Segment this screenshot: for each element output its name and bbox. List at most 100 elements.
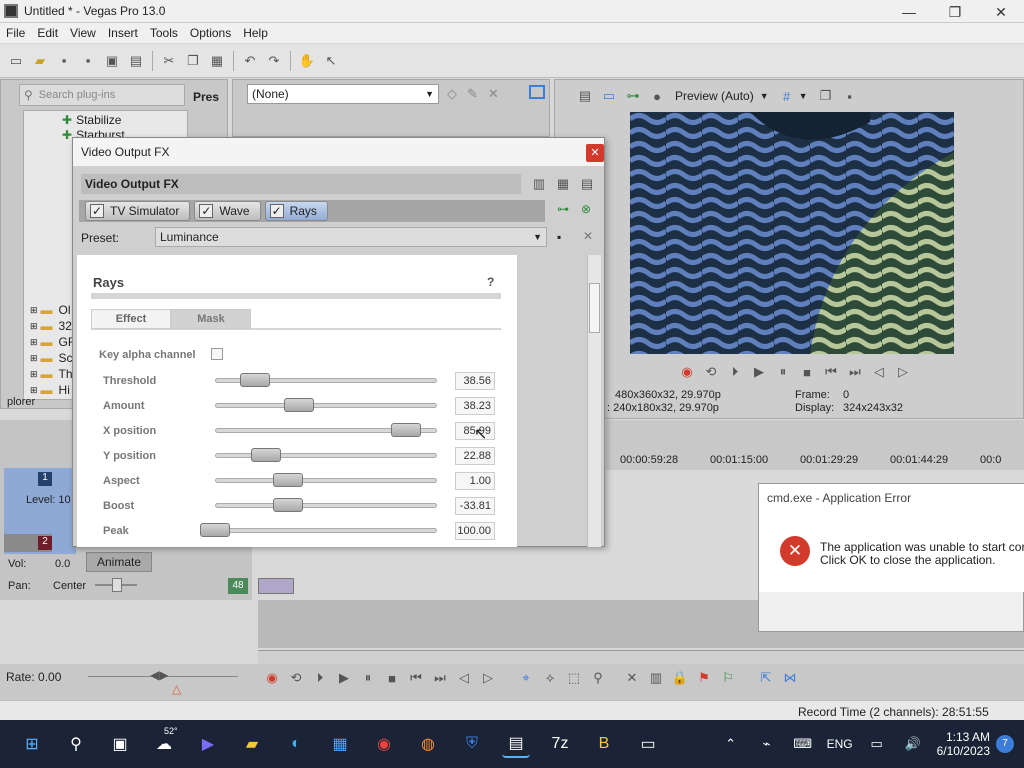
- pause-icon[interactable]: ⏸: [773, 362, 793, 382]
- minimize-button[interactable]: —: [886, 2, 932, 22]
- zoom-tool-icon[interactable]: ⚲: [588, 668, 608, 688]
- delete-preset-icon[interactable]: ✕: [583, 229, 593, 243]
- split-screen-icon[interactable]: ●: [647, 86, 667, 106]
- param-slider[interactable]: [215, 503, 437, 508]
- checkbox-checked-icon[interactable]: ✓: [199, 204, 214, 218]
- paste-icon[interactable]: ▦: [207, 51, 227, 71]
- param-slider[interactable]: [215, 403, 437, 408]
- menu-file[interactable]: File: [0, 23, 31, 43]
- param-value-field[interactable]: 38.23: [455, 397, 495, 415]
- menu-help[interactable]: Help: [237, 23, 274, 43]
- play-icon[interactable]: ▶: [749, 362, 769, 382]
- pause-icon[interactable]: ⏸: [358, 668, 378, 688]
- menu-view[interactable]: View: [64, 23, 102, 43]
- copy-icon[interactable]: ❐: [183, 51, 203, 71]
- menu-edit[interactable]: Edit: [31, 23, 64, 43]
- weather-icon[interactable]: ☁ 52°: [150, 726, 178, 758]
- go-start-icon[interactable]: ⏮: [406, 668, 426, 688]
- selection-tool-icon[interactable]: ⬚: [564, 668, 584, 688]
- param-slider-thumb[interactable]: [284, 398, 315, 412]
- lock-icon[interactable]: 🔒: [670, 668, 690, 688]
- view-list-icon[interactable]: ▥: [529, 174, 549, 194]
- view-compact-icon[interactable]: ▤: [577, 174, 597, 194]
- region-icon[interactable]: ⚐: [718, 668, 738, 688]
- error-titlebar[interactable]: cmd.exe - Application Error: [759, 484, 1024, 512]
- menu-tools[interactable]: Tools: [144, 23, 184, 43]
- play-from-start-icon[interactable]: ⏵: [725, 362, 745, 382]
- horizontal-scrollbar[interactable]: [258, 650, 1024, 664]
- search-icon[interactable]: ⚲: [62, 730, 90, 758]
- 7zip-icon[interactable]: 7z: [546, 730, 574, 758]
- fx-close-button[interactable]: ✕: [586, 144, 604, 162]
- chevron-down-icon[interactable]: ▼: [799, 91, 808, 101]
- undo-icon[interactable]: ↶: [240, 51, 260, 71]
- param-slider-thumb[interactable]: [239, 373, 270, 387]
- record-icon[interactable]: ◉: [262, 668, 282, 688]
- audio-track-header[interactable]: 2: [4, 534, 52, 552]
- pan-slider-thumb[interactable]: [112, 578, 122, 592]
- help-icon[interactable]: ?: [487, 275, 494, 289]
- tree-folder[interactable]: ⊞ ▬ Th: [30, 367, 73, 381]
- start-icon[interactable]: ⊞: [18, 730, 46, 758]
- next-frame-icon[interactable]: ⏭: [845, 362, 865, 382]
- tree-folder[interactable]: ⊞ ▬ 32: [30, 319, 72, 333]
- close-button[interactable]: ✕: [978, 2, 1024, 22]
- project-properties-icon[interactable]: ▤: [575, 86, 595, 106]
- file-explorer-icon[interactable]: ▰: [238, 730, 266, 758]
- new-icon[interactable]: ▭: [6, 51, 26, 71]
- marker-icon[interactable]: ⚑: [694, 668, 714, 688]
- defender-icon[interactable]: ⛨: [458, 730, 486, 758]
- fx-chain-tv-simulator[interactable]: ✓ TV Simulator: [85, 201, 191, 221]
- notification-badge[interactable]: 7: [996, 735, 1014, 753]
- delete-icon[interactable]: ✕: [622, 668, 642, 688]
- normal-edit-tool-icon[interactable]: ⌖: [516, 668, 536, 688]
- monitor-icon[interactable]: [529, 85, 545, 99]
- video-fx-icon[interactable]: ⊶: [623, 86, 643, 106]
- save-preset-icon[interactable]: ▪: [557, 230, 561, 244]
- chrome-icon[interactable]: ◉: [370, 730, 398, 758]
- param-slider-thumb[interactable]: [273, 498, 304, 512]
- video-event[interactable]: [258, 578, 294, 594]
- auto-ripple-icon[interactable]: ⇱: [756, 668, 776, 688]
- step-back-icon[interactable]: ◁: [869, 362, 889, 382]
- bandicam-icon[interactable]: B: [590, 730, 618, 758]
- go-end-icon[interactable]: ⏭: [430, 668, 450, 688]
- param-value-field[interactable]: 22.88: [455, 447, 495, 465]
- save-icon[interactable]: ▪: [54, 51, 74, 71]
- cut-icon[interactable]: ✂: [159, 51, 179, 71]
- key-alpha-checkbox[interactable]: [211, 348, 223, 360]
- chevron-down-icon[interactable]: ▼: [760, 91, 769, 101]
- trimmer-tools[interactable]: ◇✎✕: [447, 86, 509, 102]
- stop-icon[interactable]: ■: [382, 668, 402, 688]
- remove-fx-icon[interactable]: ⊗: [581, 202, 591, 216]
- tab-mask[interactable]: Mask: [171, 309, 251, 329]
- language-indicator[interactable]: ENG: [827, 737, 853, 751]
- param-slider[interactable]: [215, 478, 437, 483]
- play-from-start-icon[interactable]: ⏵: [310, 668, 330, 688]
- record-icon[interactable]: ◉: [677, 362, 697, 382]
- prev-frame-icon[interactable]: ⏮: [821, 362, 841, 382]
- open-folder-icon[interactable]: ▰: [30, 51, 50, 71]
- loop-icon[interactable]: ⟲: [286, 668, 306, 688]
- stop-icon[interactable]: ■: [797, 362, 817, 382]
- animate-button[interactable]: Animate: [86, 552, 152, 572]
- keyboard-icon[interactable]: ⌨: [789, 730, 817, 758]
- next-frame-icon[interactable]: ▷: [478, 668, 498, 688]
- param-slider-thumb[interactable]: [251, 448, 282, 462]
- external-monitor-icon[interactable]: ▭: [599, 86, 619, 106]
- copy-snapshot-icon[interactable]: ❐: [816, 86, 836, 106]
- tab-presets[interactable]: Pres: [193, 90, 219, 104]
- menu-options[interactable]: Options: [184, 23, 237, 43]
- preset-select[interactable]: (None) ▼: [247, 84, 439, 104]
- tree-item-stabilize[interactable]: ✚ Stabilize: [62, 113, 121, 127]
- snapping-icon[interactable]: ⋈: [780, 668, 800, 688]
- tree-folder[interactable]: ⊞ ▬ Hi: [30, 383, 70, 397]
- menu-insert[interactable]: Insert: [102, 23, 144, 43]
- tree-folder[interactable]: ⊞ ▬ Ol: [30, 303, 71, 317]
- vegas-taskbar-icon[interactable]: ▤: [502, 730, 530, 758]
- fx-chain-wave[interactable]: ✓ Wave: [194, 201, 261, 221]
- redo-icon[interactable]: ↷: [264, 51, 284, 71]
- show-hidden-icons-icon[interactable]: ⌃: [717, 730, 745, 758]
- firefox-icon[interactable]: ◍: [414, 730, 442, 758]
- cmd-icon[interactable]: ▭: [634, 730, 662, 758]
